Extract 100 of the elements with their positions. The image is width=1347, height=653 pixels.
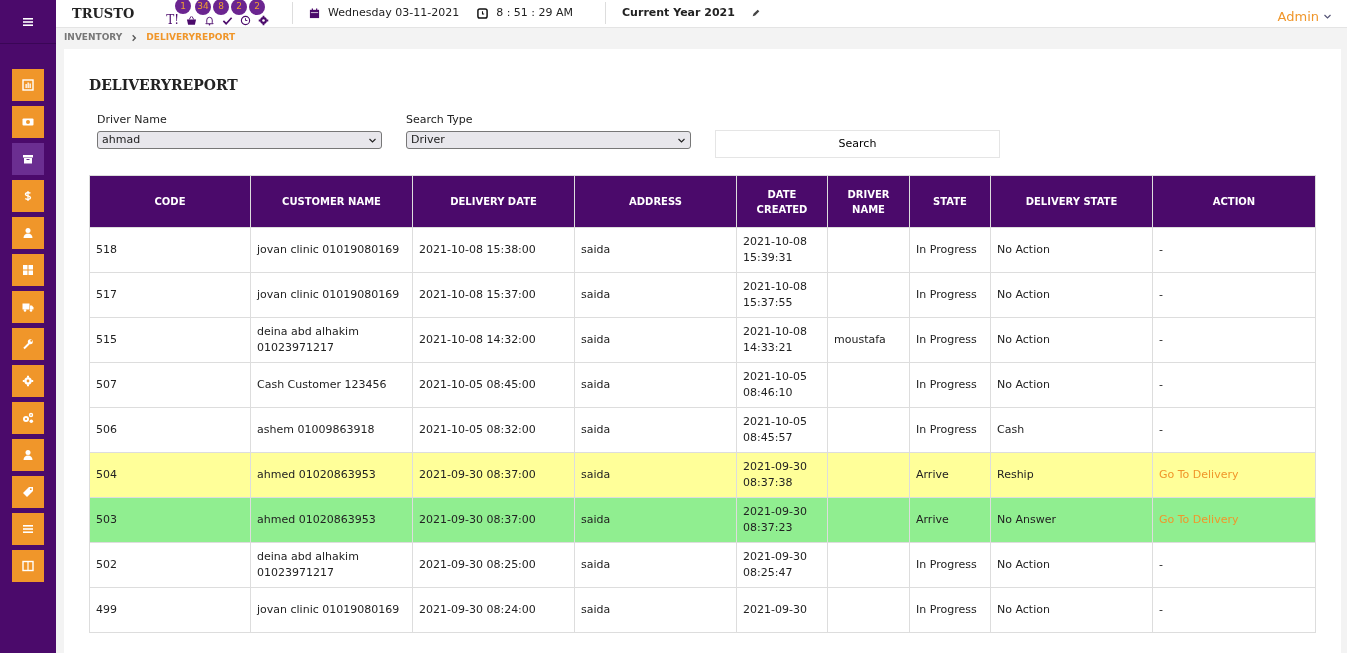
dropdown-field[interactable]: Driver [406, 131, 691, 149]
table-cell: Arrive [909, 452, 991, 498]
search-button[interactable]: Search [715, 130, 1000, 158]
dropdown-field[interactable]: ahmad [97, 131, 382, 149]
current-year: Current Year 2021 [622, 5, 735, 21]
archive-box-icon [22, 153, 34, 165]
clock-icon[interactable] [240, 14, 252, 26]
grid-icon [22, 264, 34, 276]
table-cell: In Progress [909, 542, 991, 588]
table-cell: In Progress [909, 317, 991, 363]
banknote-icon [22, 116, 34, 128]
column-header: DELIVERY DATE [412, 175, 575, 228]
table-cell: Cash [990, 407, 1153, 453]
column-header: DATE CREATED [736, 175, 828, 228]
table-cell: 518 [89, 227, 251, 273]
list-icon [22, 523, 34, 535]
table-cell: In Progress [909, 407, 991, 453]
tag-icon [22, 486, 34, 498]
table-cell: - [1152, 542, 1316, 588]
table-cell: 2021-10-08 15:39:31 [736, 227, 828, 273]
table-cell: 2021-10-08 14:32:00 [412, 317, 575, 363]
table-cell: 2021-10-05 08:32:00 [412, 407, 575, 453]
table-cell: jovan clinic 01019080169 [250, 587, 413, 633]
breadcrumb-item[interactable]: INVENTORY [64, 31, 123, 45]
caret-icon [1323, 12, 1332, 22]
notification-badge: 8 [213, 0, 230, 15]
column-header: CUSTOMER NAME [250, 175, 413, 228]
bell-icon[interactable] [204, 14, 216, 26]
column-header: ACTION [1152, 175, 1316, 228]
table-cell: In Progress [909, 272, 991, 318]
menu-icon[interactable] [22, 15, 34, 28]
pencil-icon[interactable] [750, 8, 761, 19]
table-cell: saida [574, 407, 737, 453]
table-cell: jovan clinic 01019080169 [250, 227, 413, 273]
table-cell: - [1152, 362, 1316, 408]
user-icon [22, 449, 34, 461]
sidebar-item[interactable] [12, 143, 44, 175]
notification-badge: 2 [231, 0, 248, 15]
table-cell: saida [574, 227, 737, 273]
page-title: DELIVERYREPORT [89, 75, 239, 95]
table-cell: 2021-09-30 08:25:00 [412, 542, 575, 588]
notification-label[interactable]: T! [166, 14, 180, 27]
table-cell: No Action [990, 272, 1153, 318]
table-cell: 2021-10-08 15:38:00 [412, 227, 575, 273]
table-cell: saida [574, 362, 737, 408]
table-cell: 504 [89, 452, 251, 498]
table-cell: 2021-09-30 08:37:00 [412, 497, 575, 543]
table-cell: No Action [990, 317, 1153, 363]
notification-badge: 1 [175, 0, 192, 15]
user-icon [22, 227, 34, 239]
current-time: 8 : 51 : 29 AM [496, 5, 574, 21]
table-cell: In Progress [909, 587, 991, 633]
notification-badge: 34 [195, 0, 212, 15]
table-cell: 507 [89, 362, 251, 408]
brand-logo: TRUSTO [72, 4, 135, 23]
table-cell: 2021-10-08 15:37:55 [736, 272, 828, 318]
table-cell: 502 [89, 542, 251, 588]
table-cell: saida [574, 542, 737, 588]
table-cell: 2021-10-05 08:45:57 [736, 407, 828, 453]
table-cell: ahmed 01020863953 [250, 452, 413, 498]
table-cell: No Action [990, 587, 1153, 633]
table-cell: moustafa [827, 317, 910, 363]
table-cell: 503 [89, 497, 251, 543]
calendar-icon [309, 7, 321, 19]
table-cell: 2021-09-30 08:37:23 [736, 497, 828, 543]
table-cell: ashem 01009863918 [250, 407, 413, 453]
table-cell: saida [574, 587, 737, 633]
table-cell: 2021-10-05 08:45:00 [412, 362, 575, 408]
chevron-icon [130, 34, 139, 42]
table-cell: 2021-09-30 [736, 587, 828, 633]
column-header: ADDRESS [574, 175, 737, 228]
table-cell: 499 [89, 587, 251, 633]
table-cell: - [1152, 272, 1316, 318]
field-label: Driver Name [97, 111, 168, 128]
table-cell: 2021-09-30 08:24:00 [412, 587, 575, 633]
table-cell: saida [574, 272, 737, 318]
table-cell: 2021-10-05 08:46:10 [736, 362, 828, 408]
chart-icon [22, 79, 34, 91]
table-cell: 2021-09-30 08:37:00 [412, 452, 575, 498]
table-cell: - [1152, 587, 1316, 633]
table-cell: No Answer [990, 497, 1153, 543]
current-date: Wednesday 03-11-2021 [328, 5, 460, 21]
table-cell: No Action [990, 542, 1153, 588]
table-cell: 2021-10-08 15:37:00 [412, 272, 575, 318]
gears-icon [22, 412, 34, 424]
table-cell: Cash Customer 123456 [250, 362, 413, 408]
field-label: Search Type [406, 111, 474, 128]
table-cell: No Action [990, 362, 1153, 408]
table-cell: Arrive [909, 497, 991, 543]
table-cell: No Action [990, 227, 1153, 273]
clock-icon [477, 7, 489, 19]
table-cell: - [1152, 227, 1316, 273]
columns-icon [22, 560, 34, 572]
column-header: CODE [89, 175, 251, 228]
basket-icon[interactable] [186, 14, 198, 26]
table-cell: 2021-10-08 14:33:21 [736, 317, 828, 363]
table-cell: 515 [89, 317, 251, 363]
table-cell: In Progress [909, 362, 991, 408]
table-cell: deina abd alhakim 01023971217 [250, 317, 413, 363]
truck-icon [22, 301, 34, 313]
